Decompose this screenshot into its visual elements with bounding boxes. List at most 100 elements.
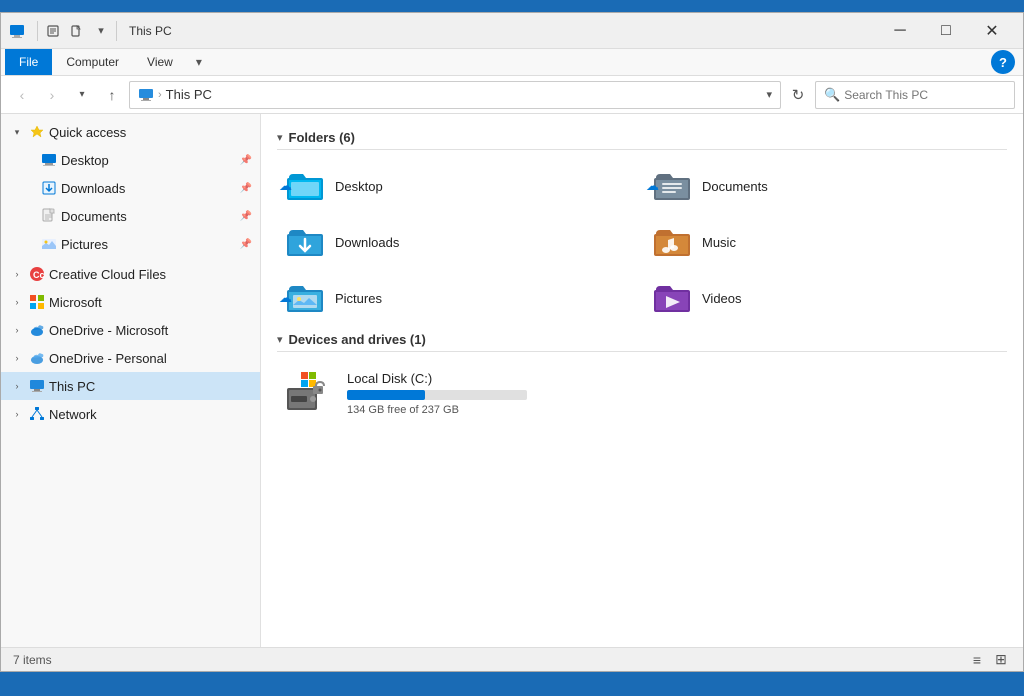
sidebar-downloads-label: Downloads: [61, 181, 236, 196]
drives-toggle[interactable]: ▾: [277, 333, 283, 346]
drive-name: Local Disk (C:): [347, 371, 527, 386]
qat-dropdown-button[interactable]: ▾: [90, 20, 112, 42]
microsoft-icon: [29, 294, 45, 310]
search-box[interactable]: 🔍: [815, 81, 1015, 109]
up-button[interactable]: ↑: [99, 82, 125, 108]
sidebar-item-desktop[interactable]: Desktop 📌: [1, 146, 260, 174]
tab-computer[interactable]: Computer: [52, 49, 133, 75]
videos-folder-icon: [652, 278, 692, 318]
onedrive-personal-expand[interactable]: ›: [9, 350, 25, 366]
quick-access-toolbar: ▾: [42, 20, 112, 42]
this-pc-label: This PC: [49, 379, 252, 394]
drive-progress-fill: [347, 390, 425, 400]
refresh-button[interactable]: ↻: [785, 82, 811, 108]
qat-properties-button[interactable]: [42, 20, 64, 42]
folder-item-music[interactable]: Music: [644, 216, 1007, 268]
folder-item-desktop[interactable]: ☁ Desktop: [277, 160, 640, 212]
tab-view[interactable]: View: [133, 49, 187, 75]
breadcrumb[interactable]: › This PC ▾: [129, 81, 781, 109]
onedrive-personal-label: OneDrive - Personal: [49, 351, 252, 366]
pictures-icon: [41, 236, 57, 252]
sidebar-documents-label: Documents: [61, 209, 236, 224]
onedrive-microsoft-label: OneDrive - Microsoft: [49, 323, 252, 338]
pictures-folder-label: Pictures: [335, 291, 382, 306]
tiles-view-button[interactable]: ⊞: [991, 650, 1011, 670]
folder-item-downloads[interactable]: Downloads: [277, 216, 640, 268]
statusbar-items-count: 7 items: [13, 653, 967, 667]
sidebar-item-documents[interactable]: Documents 📌: [1, 202, 260, 230]
music-folder-label: Music: [702, 235, 736, 250]
desktop-icon: [41, 152, 57, 168]
ribbon-collapse-button[interactable]: ▾: [187, 50, 211, 74]
sidebar-desktop-label: Desktop: [61, 153, 236, 168]
svg-text:Cc: Cc: [33, 270, 45, 280]
minimize-button[interactable]: ─: [877, 13, 923, 49]
sidebar-item-this-pc[interactable]: › This PC: [1, 372, 260, 400]
window-controls: ─ □ ✕: [877, 13, 1015, 49]
view-buttons: ≡ ⊞: [967, 650, 1011, 670]
sidebar-item-microsoft[interactable]: › Microsoft: [1, 288, 260, 316]
breadcrumb-separator: ›: [158, 89, 162, 101]
sidebar-item-network[interactable]: › Network: [1, 400, 260, 428]
search-input[interactable]: [844, 88, 1006, 102]
music-folder-icon: [652, 222, 692, 262]
drive-item-c[interactable]: Local Disk (C:) 134 GB free of 237 GB: [277, 362, 1007, 424]
onedrive-microsoft-expand[interactable]: ›: [9, 322, 25, 338]
network-icon: [29, 406, 45, 422]
breadcrumb-current: This PC: [166, 87, 212, 102]
folder-item-documents[interactable]: ☁ Documents: [644, 160, 1007, 212]
network-label: Network: [49, 407, 252, 422]
ribbon: File Computer View ▾ ?: [1, 49, 1023, 76]
pin-icon2: 📌: [240, 183, 252, 194]
sidebar-item-onedrive-personal[interactable]: › OneDrive - Personal: [1, 344, 260, 372]
sidebar-item-creative-cloud[interactable]: › Cc Creative Cloud Files: [1, 260, 260, 288]
microsoft-expand[interactable]: ›: [9, 294, 25, 310]
microsoft-label: Microsoft: [49, 295, 252, 310]
qat-newfile-button[interactable]: [66, 20, 88, 42]
details-view-button[interactable]: ≡: [967, 650, 987, 670]
cloud-icon-desktop: ☁: [279, 178, 292, 194]
creative-cloud-label: Creative Cloud Files: [49, 267, 252, 282]
close-button[interactable]: ✕: [969, 13, 1015, 49]
maximize-button[interactable]: □: [923, 13, 969, 49]
documents-folder-label: Documents: [702, 179, 768, 194]
quick-access-expand[interactable]: ▾: [9, 124, 25, 140]
sidebar: ▾ Quick access: [1, 114, 261, 647]
back-button[interactable]: ‹: [9, 82, 35, 108]
drive-progress-bar: [347, 390, 527, 400]
content-area: ▾ Folders (6) ☁ Desktop ☁: [261, 114, 1023, 647]
main-area: ▾ Quick access: [1, 114, 1023, 647]
sidebar-pictures-label: Pictures: [61, 237, 236, 252]
network-expand[interactable]: ›: [9, 406, 25, 422]
ribbon-tabs: File Computer View ▾ ?: [1, 49, 1023, 75]
help-button[interactable]: ?: [991, 50, 1015, 74]
creative-cloud-expand[interactable]: ›: [9, 266, 25, 282]
folders-section-header: ▾ Folders (6): [277, 130, 1007, 150]
quick-access-label: Quick access: [49, 125, 252, 140]
this-pc-expand[interactable]: ›: [9, 378, 25, 394]
forward-button[interactable]: ›: [39, 82, 65, 108]
creative-cloud-icon: Cc: [29, 266, 45, 282]
local-disk-icon: [285, 368, 335, 418]
videos-folder-label: Videos: [702, 291, 742, 306]
sidebar-item-quick-access[interactable]: ▾ Quick access: [1, 118, 260, 146]
folder-item-videos[interactable]: Videos: [644, 272, 1007, 324]
drive-info: Local Disk (C:) 134 GB free of 237 GB: [347, 371, 527, 416]
drives-section-header: ▾ Devices and drives (1): [277, 332, 1007, 352]
onedrive-personal-icon: [29, 350, 45, 366]
breadcrumb-dropdown[interactable]: ▾: [766, 88, 772, 101]
statusbar: 7 items ≡ ⊞: [1, 647, 1023, 671]
titlebar-app-icons: [9, 23, 25, 39]
sidebar-item-onedrive-microsoft[interactable]: › OneDrive - Microsoft: [1, 316, 260, 344]
tab-file[interactable]: File: [5, 49, 52, 75]
sidebar-item-pictures[interactable]: Pictures 📌: [1, 230, 260, 258]
sidebar-item-downloads[interactable]: Downloads 📌: [1, 174, 260, 202]
folders-toggle[interactable]: ▾: [277, 131, 283, 144]
addressbar: ‹ › ▾ ↑ › This PC ▾ ↻ 🔍: [1, 76, 1023, 114]
documents-icon: [41, 208, 57, 224]
downloads-folder-icon: [285, 222, 325, 262]
quick-access-icon: [29, 124, 45, 140]
search-icon: 🔍: [824, 87, 840, 103]
folder-item-pictures[interactable]: ☁ Pictures: [277, 272, 640, 324]
history-dropdown-button[interactable]: ▾: [69, 82, 95, 108]
